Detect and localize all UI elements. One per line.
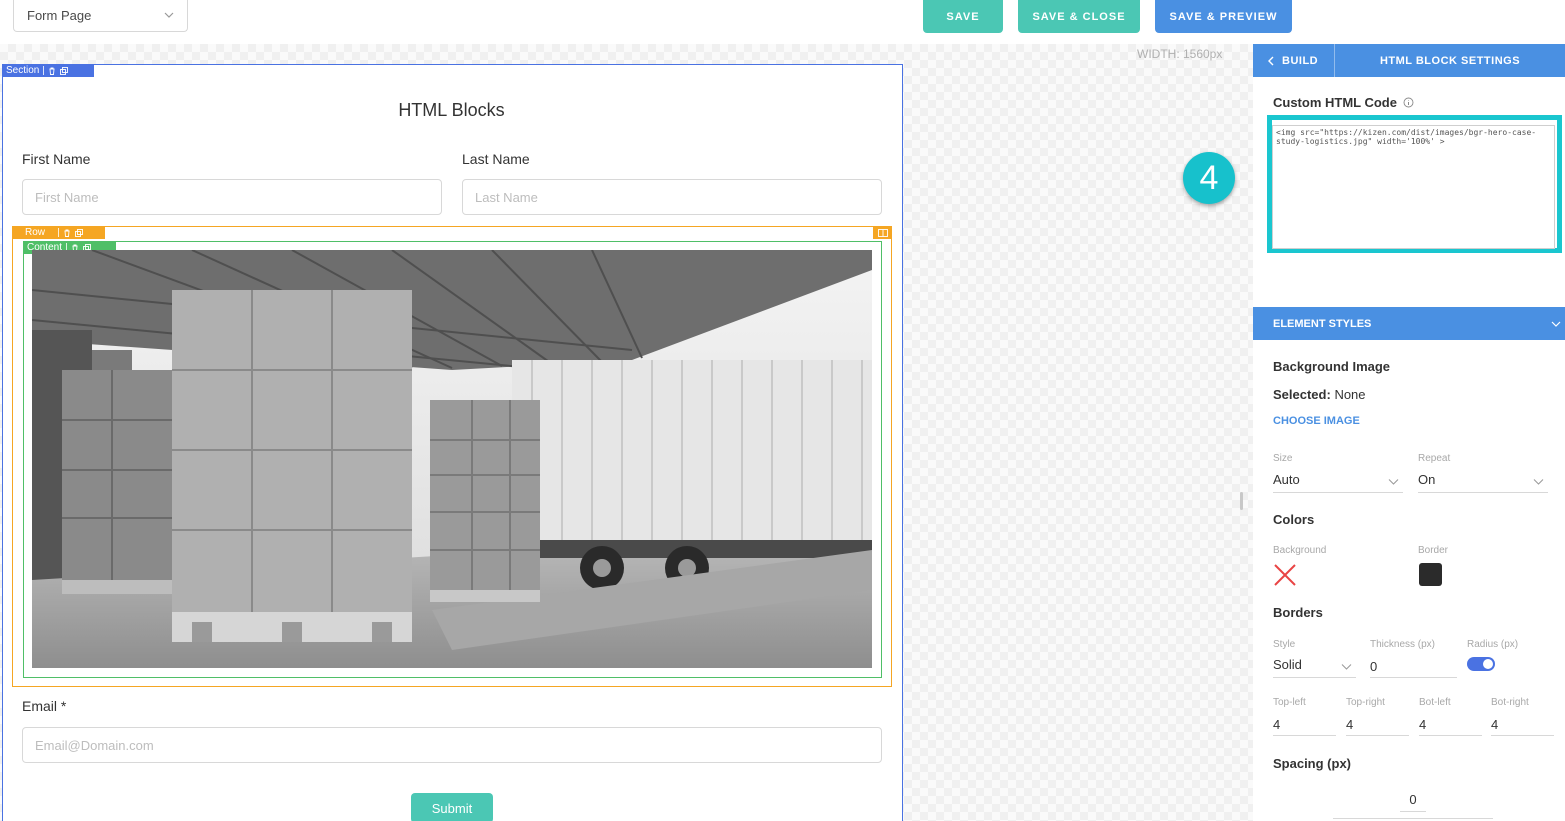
chevron-down-icon: [1388, 479, 1399, 485]
bot-right-radius-input[interactable]: [1491, 712, 1554, 736]
save-button[interactable]: SAVE: [923, 0, 1003, 33]
spacing-heading: Spacing (px): [1273, 756, 1352, 771]
selected-key: Selected:: [1273, 387, 1331, 402]
borders-heading: Borders: [1273, 605, 1323, 620]
last-name-label: Last Name: [462, 151, 530, 167]
page-type-value: Form Page: [27, 8, 92, 23]
top-right-label: Top-right: [1346, 697, 1385, 708]
save-and-preview-button[interactable]: SAVE & PREVIEW: [1155, 0, 1292, 33]
form-title: HTML Blocks: [398, 100, 505, 120]
border-color-swatch[interactable]: [1419, 563, 1442, 586]
size-select[interactable]: Auto: [1273, 469, 1403, 493]
colors-heading: Colors: [1273, 512, 1315, 527]
background-image-heading: Background Image: [1273, 359, 1391, 374]
repeat-label: Repeat: [1418, 453, 1451, 464]
background-color-label: Background: [1273, 545, 1327, 556]
add-column-icon[interactable]: [873, 226, 892, 239]
repeat-select[interactable]: On: [1418, 469, 1548, 493]
custom-html-code-editor[interactable]: <img src="https://kizen.com/dist/images/…: [1272, 125, 1555, 249]
page-type-select[interactable]: Form Page: [13, 0, 188, 32]
chevron-down-icon: [1551, 321, 1561, 327]
border-color-label: Border: [1418, 545, 1449, 556]
top-toolbar: Form Page SAVE SAVE & CLOSE SAVE & PREVI…: [0, 0, 1565, 44]
panel-title: HTML BLOCK SETTINGS: [1379, 54, 1521, 67]
top-right-radius-input[interactable]: [1346, 712, 1409, 736]
toggle-knob: [1483, 659, 1493, 669]
custom-html-heading: Custom HTML Code: [1273, 95, 1414, 110]
repeat-value: On: [1418, 472, 1436, 487]
trash-icon[interactable]: [48, 67, 56, 75]
info-icon[interactable]: [1403, 97, 1414, 108]
warehouse-photo: [32, 250, 872, 668]
spacing-input[interactable]: [1400, 788, 1426, 812]
border-style-select[interactable]: Solid: [1273, 654, 1356, 678]
size-label: Size: [1273, 453, 1293, 464]
settings-panel: BUILD HTML BLOCK SETTINGS Custom HTML Co…: [1253, 44, 1565, 821]
duplicate-icon[interactable]: [75, 228, 83, 237]
size-value: Auto: [1273, 472, 1300, 487]
duplicate-icon[interactable]: [60, 66, 69, 75]
element-styles-label: ELEMENT STYLES: [1273, 317, 1372, 330]
section-tag[interactable]: Section: [2, 64, 94, 77]
custom-html-label: Custom HTML Code: [1273, 95, 1397, 110]
step-number-badge: 4: [1183, 152, 1235, 204]
chevron-down-icon: [164, 12, 174, 18]
tag-divider: [43, 66, 45, 75]
chevron-down-icon: [1341, 664, 1352, 670]
section-tag-label: Section: [6, 64, 40, 76]
top-left-radius-input[interactable]: [1273, 712, 1336, 736]
back-to-build-button[interactable]: BUILD: [1253, 44, 1335, 77]
first-name-input[interactable]: First Name: [22, 179, 442, 215]
build-label: BUILD: [1282, 54, 1319, 67]
submit-button[interactable]: Submit: [411, 793, 493, 821]
last-name-input[interactable]: Last Name: [462, 179, 882, 215]
border-radius-toggle[interactable]: [1467, 657, 1495, 671]
row-tag[interactable]: Row: [12, 226, 105, 239]
element-styles-accordion[interactable]: ELEMENT STYLES: [1253, 307, 1565, 340]
warehouse-image: [32, 250, 872, 668]
bot-right-label: Bot-right: [1491, 697, 1529, 708]
trash-icon[interactable]: [63, 229, 71, 237]
selected-value: None: [1334, 387, 1366, 402]
chevron-left-icon: [1268, 56, 1274, 65]
border-style-value: Solid: [1273, 657, 1302, 672]
row-tag-label: Row: [24, 226, 45, 238]
chevron-down-icon: [1533, 479, 1544, 485]
first-name-label: First Name: [22, 151, 91, 167]
border-radius-label: Radius (px): [1467, 639, 1519, 650]
canvas-resize-handle[interactable]: [1240, 492, 1243, 510]
bot-left-label: Bot-left: [1419, 697, 1451, 708]
panel-header: BUILD HTML BLOCK SETTINGS: [1253, 44, 1565, 77]
no-color-swatch-icon[interactable]: [1273, 563, 1297, 587]
border-thickness-label: Thickness (px): [1370, 639, 1436, 650]
save-and-close-button[interactable]: SAVE & CLOSE: [1018, 0, 1140, 33]
border-thickness-input[interactable]: [1370, 654, 1457, 678]
email-input[interactable]: Email@Domain.com: [22, 727, 882, 763]
border-style-label: Style: [1273, 639, 1296, 650]
email-label: Email *: [22, 698, 67, 714]
choose-image-link[interactable]: CHOOSE IMAGE: [1273, 415, 1360, 427]
top-left-label: Top-left: [1273, 697, 1306, 708]
spacing-divider: [1333, 818, 1493, 819]
bot-left-radius-input[interactable]: [1419, 712, 1482, 736]
canvas-width-label: WIDTH: 1560px: [1137, 47, 1223, 61]
selected-image-status: Selected: None: [1273, 387, 1366, 402]
tag-divider: [58, 228, 59, 237]
